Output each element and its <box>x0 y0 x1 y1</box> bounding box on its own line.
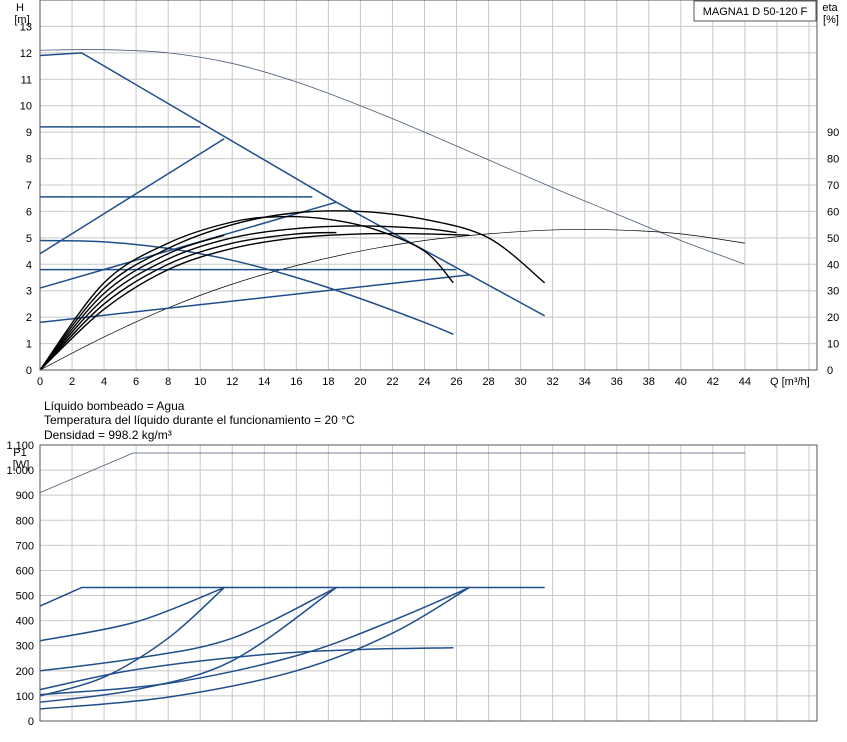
y-tick-label: 1 <box>26 339 32 351</box>
y-tick-label: 9 <box>26 127 32 139</box>
p1-tick-label: 500 <box>16 591 34 603</box>
top-chart-ticks: 0 2 4 6 8 10 12 14 16 18 20 22 24 26 28 30 32 34 36 38 40 42 4… <box>20 21 840 388</box>
x-tick-label: 20 <box>354 376 366 388</box>
y2-tick-label: 30 <box>827 286 839 298</box>
x-tick-label: 0 <box>37 376 43 388</box>
x-tick-label: 14 <box>258 376 270 388</box>
curve-eta-6 <box>39 231 337 371</box>
p1-tick-label: 600 <box>16 565 34 577</box>
y-axis-label: H <box>16 2 24 14</box>
y-tick-label: 12 <box>20 48 32 60</box>
x-tick-label: 36 <box>611 376 623 388</box>
x-tick-label: 44 <box>739 376 751 388</box>
chart-title: MAGNA1 D 50-120 F <box>703 6 808 18</box>
pump-performance-chart: 0 2 4 6 8 10 12 14 16 18 20 22 24 26 28 30 32 34 36 38 40 42 4… <box>6 0 840 728</box>
y-tick-label: 10 <box>20 101 32 113</box>
top-chart-grid <box>39 0 817 371</box>
x-tick-label: 28 <box>482 376 494 388</box>
p1-tick-label: 200 <box>16 666 34 678</box>
p1-tick-label: 900 <box>16 490 34 502</box>
p1-axis-label: P1 <box>13 447 26 459</box>
x-tick-label: 24 <box>418 376 430 388</box>
y2-tick-label: 20 <box>827 312 839 324</box>
x-tick-label: 40 <box>675 376 687 388</box>
curve-p1-cp-mid <box>39 586 337 672</box>
y-tick-label: 5 <box>26 233 32 245</box>
p1-tick-label: 800 <box>16 515 34 527</box>
y-axis-unit: [m] <box>14 14 29 26</box>
info-liquid: Líquido bombeado = Agua <box>44 399 185 413</box>
curve-eta-5 <box>39 234 225 371</box>
p1-tick-label: 400 <box>16 616 34 628</box>
info-temperature: Temperatura del líquido durante el funci… <box>44 413 355 427</box>
y2-tick-label: 80 <box>827 154 839 166</box>
y2-tick-label: 0 <box>827 365 833 377</box>
x-tick-label: 18 <box>322 376 334 388</box>
info-density: Densidad = 998.2 kg/m³ <box>44 428 172 442</box>
y2-tick-label: 10 <box>827 339 839 351</box>
y-tick-label: 2 <box>26 312 32 324</box>
curve-head-min <box>39 239 454 336</box>
x-tick-label: 34 <box>579 376 591 388</box>
x-tick-label: 30 <box>514 376 526 388</box>
y-tick-label: 11 <box>21 74 32 86</box>
x-tick-label: 22 <box>386 376 398 388</box>
curve-eta-3 <box>39 225 457 371</box>
x-tick-label: 10 <box>194 376 206 388</box>
y2-axis-label: eta <box>822 2 838 14</box>
y2-tick-label: 70 <box>827 180 839 192</box>
bottom-plot-frame <box>39 444 818 722</box>
curve-p1-max <box>39 586 545 607</box>
y-tick-label: 8 <box>26 154 32 166</box>
x-tick-label: 12 <box>226 376 238 388</box>
x-tick-label: 26 <box>450 376 462 388</box>
x-tick-label: 38 <box>643 376 655 388</box>
x-tick-label: 32 <box>547 376 559 388</box>
x-tick-label: 6 <box>133 376 139 388</box>
y2-tick-label: 90 <box>827 127 839 139</box>
p1-tick-label: 0 <box>28 716 34 728</box>
x-tick-label: 8 <box>165 376 171 388</box>
bottom-chart-grid <box>39 444 817 722</box>
curve-p1-pp-high <box>39 586 225 697</box>
p1-tick-label: 700 <box>16 540 34 552</box>
y-tick-label: 4 <box>26 259 32 271</box>
y-tick-label: 0 <box>26 365 32 377</box>
p1-tick-label: 300 <box>16 641 34 653</box>
y-tick-label: 7 <box>26 180 32 192</box>
y-tick-label: 3 <box>26 286 32 298</box>
p1-axis-unit: [W] <box>13 459 30 471</box>
y2-tick-label: 50 <box>827 233 839 245</box>
x-tick-label: 42 <box>707 376 719 388</box>
bottom-chart-ticks: 01002003004005006007008009001.0001.100 <box>6 440 34 728</box>
y2-axis-unit: [%] <box>823 14 839 26</box>
y2-tick-label: 60 <box>827 206 839 218</box>
p1-tick-label: 100 <box>16 691 34 703</box>
x-tick-label: 2 <box>69 376 75 388</box>
x-tick-label: 16 <box>290 376 302 388</box>
y-tick-label: 6 <box>26 206 32 218</box>
x-tick-label: 4 <box>101 376 107 388</box>
y2-tick-label: 40 <box>827 259 839 271</box>
x-axis-label: Q [m³/h] <box>770 376 810 388</box>
